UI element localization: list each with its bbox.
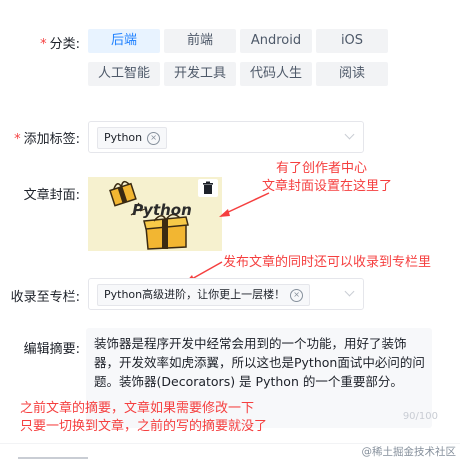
- bottom-partial-row: [18, 452, 88, 460]
- category-frontend[interactable]: 前端: [164, 29, 236, 53]
- category-ai[interactable]: 人工智能: [88, 62, 160, 86]
- category-ios[interactable]: iOS: [316, 29, 388, 53]
- summary-text[interactable]: 装饰器是程序开发中经常会用到的一个功能，用好了装饰器，开发效率如虎添翼，所以这也…: [94, 334, 428, 391]
- annotation-cover-note-2: 文章封面设置在这里了: [262, 179, 393, 194]
- annotation-summary-note-1: 之前文章的摘要，文章如果需要修改一下: [20, 401, 255, 416]
- tag-chip-python: Python ×: [97, 127, 168, 149]
- chevron-down-icon[interactable]: [344, 286, 355, 297]
- tags-label: * 添加标签:: [10, 128, 80, 147]
- chevron-down-icon[interactable]: [344, 129, 355, 140]
- category-label: * 分类:: [30, 33, 80, 52]
- tags-label-text: 添加标签:: [23, 132, 80, 147]
- cover-python-text: Python: [132, 201, 192, 219]
- annotation-cover-note-1: 有了创作者中心: [276, 161, 368, 176]
- tags-select[interactable]: Python ×: [88, 121, 364, 153]
- category-code-life[interactable]: 代码人生: [240, 62, 312, 86]
- category-reading[interactable]: 阅读: [316, 62, 388, 86]
- category-android[interactable]: Android: [240, 29, 312, 53]
- category-devtools[interactable]: 开发工具: [164, 62, 236, 86]
- category-backend[interactable]: 后端: [88, 29, 160, 53]
- required-mark: *: [40, 37, 47, 52]
- summary-label: 编辑摘要:: [23, 342, 80, 357]
- column-label: 收录至专栏:: [10, 290, 80, 305]
- annotation-summary-note-2: 只要一切换到文章，之前的写的摘要就没了: [20, 419, 268, 434]
- required-mark: *: [14, 132, 21, 147]
- column-chip-label: Python高级进阶，让你更上一层楼！: [104, 288, 286, 301]
- tag-chip-label: Python: [104, 131, 143, 144]
- category-label-text: 分类:: [49, 37, 80, 52]
- summary-counter: 90/100: [402, 411, 438, 422]
- watermark: @稀土掘金技术社区: [361, 446, 457, 458]
- column-chip: Python高级进阶，让你更上一层楼！ ×: [97, 284, 311, 306]
- tag-remove-icon[interactable]: ×: [147, 131, 161, 145]
- column-select[interactable]: Python高级进阶，让你更上一层楼！ ×: [88, 278, 364, 310]
- cover-label: 文章封面:: [23, 188, 80, 203]
- annotation-column-note: 发布文章的同时还可以收录到专栏里: [223, 255, 432, 270]
- column-remove-icon[interactable]: ×: [290, 288, 304, 302]
- annotation-arrow-cover: [219, 192, 270, 217]
